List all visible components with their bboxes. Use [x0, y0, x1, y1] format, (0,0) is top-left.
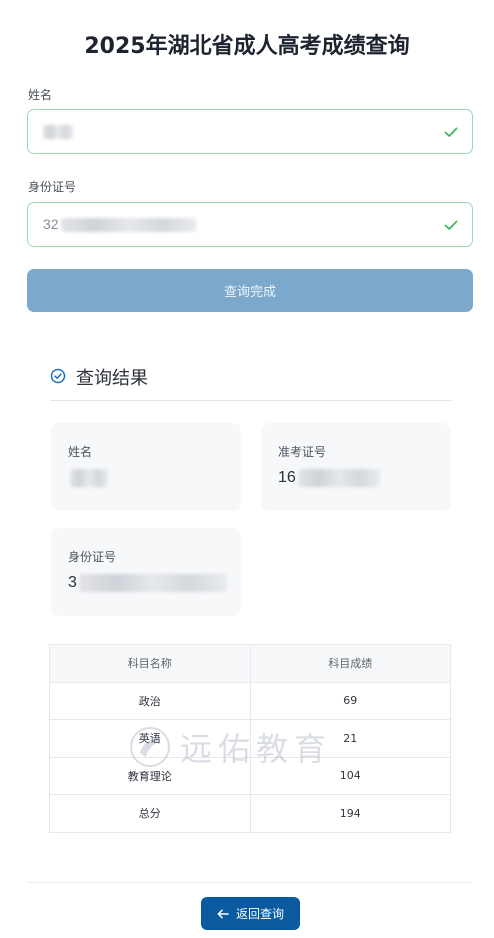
page-title: 2025年湖北省成人高考成绩查询 [84, 34, 410, 59]
table-row: 总分 194 [49, 794, 451, 833]
name-field-label: 姓名 [28, 88, 53, 102]
id-number-field[interactable]: 32 [27, 202, 473, 247]
id-card-value: 3 [68, 574, 227, 592]
subject-cell: 政治 [49, 681, 251, 720]
name-card-value [68, 469, 108, 487]
back-to-query-button[interactable]: 返回查询 [201, 897, 300, 930]
subject-cell: 总分 [49, 794, 251, 833]
redacted-blur [70, 469, 108, 487]
score-table: 科目名称 科目成绩 政治 69 英语 21 教育理论 104 总分 194 [49, 644, 451, 833]
score-cell: 69 [249, 681, 451, 720]
id-field-value: 32 [43, 216, 196, 233]
table-header-row: 科目名称 科目成绩 [49, 644, 451, 683]
name-field-value [43, 123, 73, 140]
redacted-blur [297, 469, 380, 487]
query-complete-button[interactable]: 查询完成 [27, 269, 473, 312]
id-card-label: 身份证号 [68, 550, 117, 564]
name-field[interactable] [27, 109, 473, 154]
table-row: 教育理论 104 [49, 756, 451, 795]
redacted-blur [78, 574, 227, 592]
arrow-left-icon [217, 909, 229, 918]
name-card-label: 姓名 [68, 445, 93, 459]
column-header-score: 科目成绩 [249, 644, 451, 683]
table-row: 英语 21 [49, 719, 451, 758]
column-header-subject: 科目名称 [49, 644, 251, 683]
exam-number-card: 准考证号 16 [261, 423, 451, 511]
id-card: 身份证号 3 [51, 528, 241, 616]
subject-cell: 教育理论 [49, 756, 251, 795]
exam-number-card-value: 16 [278, 469, 380, 487]
result-header: 查询结果 [50, 364, 452, 401]
id-field-label: 身份证号 [28, 180, 77, 194]
footer-divider [27, 882, 473, 883]
check-icon [444, 220, 458, 230]
score-cell: 104 [249, 756, 451, 795]
check-icon [444, 127, 458, 137]
score-cell: 194 [249, 794, 451, 833]
redacted-blur [43, 125, 73, 140]
score-cell: 21 [249, 719, 451, 758]
back-button-label: 返回查询 [235, 907, 284, 921]
redacted-blur [60, 218, 196, 233]
check-circle-icon [50, 368, 66, 384]
exam-number-card-label: 准考证号 [278, 445, 327, 459]
result-title: 查询结果 [76, 368, 148, 389]
name-card: 姓名 [51, 423, 241, 511]
table-row: 政治 69 [49, 681, 451, 720]
subject-cell: 英语 [49, 719, 251, 758]
